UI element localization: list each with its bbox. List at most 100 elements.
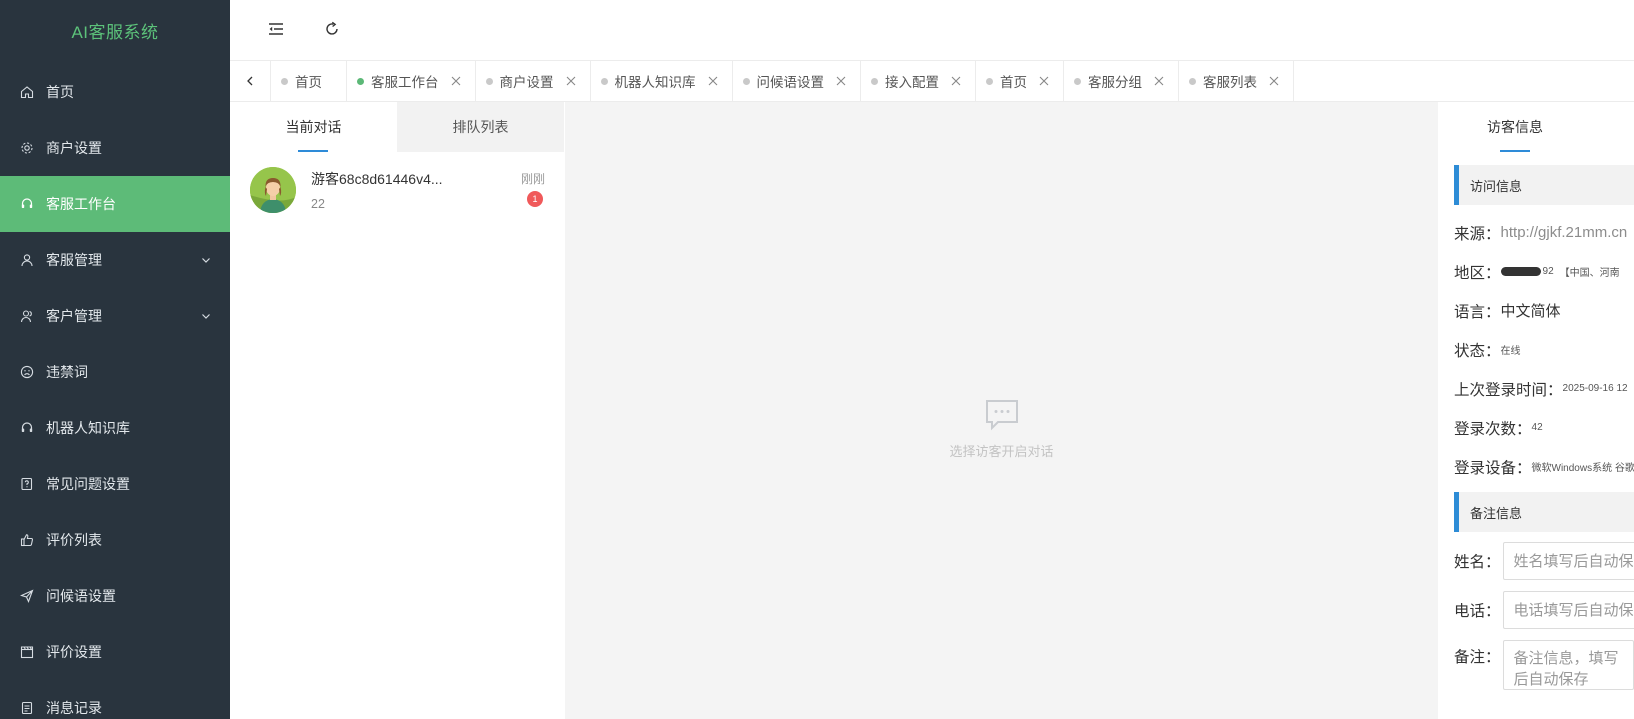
tab-greeting-settings[interactable]: 问候语设置 bbox=[733, 61, 861, 101]
sidebar-item-label: 问候语设置 bbox=[46, 588, 116, 604]
avatar bbox=[250, 167, 296, 213]
phone-label: 电话： bbox=[1454, 603, 1501, 620]
sidebar: AI客服系统 首页 商户设置 客服工作台 客服管理 客户管理 违禁词 机器人知识… bbox=[0, 0, 230, 719]
unread-badge: 1 bbox=[527, 191, 543, 207]
region-value: 【中国、河南 bbox=[1559, 268, 1620, 279]
tab-label: 客服列表 bbox=[1203, 75, 1257, 90]
thumbs-up-icon bbox=[20, 533, 34, 547]
sidebar-item-label: 客服工作台 bbox=[46, 196, 116, 212]
tab-dot bbox=[1074, 78, 1081, 85]
refresh-icon[interactable] bbox=[323, 20, 341, 38]
visitor-info-panel: 访客信息 访问信息 来源： http://gjkf.21mm.cn 地区： 92… bbox=[1438, 102, 1634, 719]
conversation-item[interactable]: 游客68c8d61446v4... 22 刚刚 1 bbox=[230, 152, 565, 228]
close-icon[interactable] bbox=[708, 76, 718, 86]
sidebar-item-faq-settings[interactable]: 常见问题设置 bbox=[0, 456, 230, 512]
sidebar-item-review-settings[interactable]: 评价设置 bbox=[0, 624, 230, 680]
tab-label: 首页 bbox=[1000, 75, 1027, 90]
name-field-row: 姓名： bbox=[1454, 542, 1634, 580]
top-bar bbox=[230, 0, 1634, 61]
source-label: 来源： bbox=[1454, 225, 1501, 243]
headset-icon bbox=[20, 421, 34, 435]
tab-dot bbox=[485, 78, 493, 85]
tab-dot bbox=[281, 78, 288, 85]
conversation-time: 刚刚 bbox=[520, 172, 545, 186]
tab-access-config[interactable]: 接入配置 bbox=[861, 61, 976, 101]
tab-queue-list[interactable]: 排队列表 bbox=[397, 102, 564, 152]
menu-fold-icon[interactable] bbox=[267, 20, 285, 38]
name-input[interactable] bbox=[1502, 542, 1634, 580]
sidebar-item-forbidden-words[interactable]: 违禁词 bbox=[0, 344, 230, 400]
sidebar-item-agent-management[interactable]: 客服管理 bbox=[0, 232, 230, 288]
sidebar-item-robot-knowledge[interactable]: 机器人知识库 bbox=[0, 400, 230, 456]
redacted-ip bbox=[1500, 267, 1541, 276]
sidebar-item-label: 评价设置 bbox=[46, 644, 102, 660]
tab-current-conversations[interactable]: 当前对话 bbox=[230, 102, 397, 152]
tab-merchant-settings[interactable]: 商户设置 bbox=[476, 61, 591, 101]
tab-home[interactable]: 首页 bbox=[271, 61, 347, 101]
sidebar-item-label: 消息记录 bbox=[46, 700, 102, 716]
phone-field-row: 电话： bbox=[1454, 591, 1634, 629]
conversation-tabs: 当前对话 排队列表 bbox=[230, 102, 565, 152]
sidebar-item-message-records[interactable]: 消息记录 bbox=[0, 680, 230, 719]
sidebar-item-label: 机器人知识库 bbox=[46, 420, 130, 436]
chat-area: 选择访客开启对话 bbox=[565, 102, 1438, 719]
tab-dot bbox=[600, 78, 608, 85]
phone-input[interactable] bbox=[1502, 591, 1634, 629]
sidebar-item-label: 违禁词 bbox=[46, 364, 88, 380]
tab-dot bbox=[1189, 78, 1196, 85]
tab-label: 客服工作台 bbox=[371, 75, 439, 90]
chevron-down-icon bbox=[202, 314, 210, 319]
tab-label: 客服分组 bbox=[1088, 75, 1142, 90]
empty-state-text: 选择访客开启对话 bbox=[949, 444, 1054, 459]
send-icon bbox=[20, 589, 34, 603]
source-link[interactable]: http://gjkf.21mm.cn bbox=[1501, 224, 1628, 241]
login-count-row: 登录次数： 42 bbox=[1454, 408, 1634, 447]
remark-field-row: 备注： bbox=[1454, 640, 1634, 690]
sidebar-item-home[interactable]: 首页 bbox=[0, 64, 230, 120]
close-icon[interactable] bbox=[951, 76, 961, 86]
close-icon[interactable] bbox=[836, 76, 846, 86]
tab-label: 接入配置 bbox=[885, 75, 939, 90]
tab-dot bbox=[357, 78, 364, 85]
tab-visitor-info[interactable]: 访客信息 bbox=[1438, 102, 1592, 152]
tab-agent-groups[interactable]: 客服分组 bbox=[1064, 61, 1179, 101]
sidebar-item-label: 客服管理 bbox=[46, 252, 102, 268]
note-info-section-title: 备注信息 bbox=[1454, 492, 1634, 532]
tab-home-2[interactable]: 首页 bbox=[976, 61, 1064, 101]
close-icon[interactable] bbox=[1269, 76, 1279, 86]
empty-state: 选择访客开启对话 bbox=[949, 398, 1054, 460]
close-icon[interactable] bbox=[1154, 76, 1164, 86]
sidebar-item-workbench[interactable]: 客服工作台 bbox=[0, 176, 230, 232]
conversation-text: 游客68c8d61446v4... 22 bbox=[311, 169, 443, 211]
close-icon[interactable] bbox=[451, 76, 461, 86]
sidebar-item-review-list[interactable]: 评价列表 bbox=[0, 512, 230, 568]
tab-robot-knowledge[interactable]: 机器人知识库 bbox=[591, 61, 733, 101]
sidebar-item-label: 评价列表 bbox=[46, 532, 102, 548]
tab-dot bbox=[742, 78, 750, 85]
clapper-icon bbox=[20, 645, 34, 659]
headset-icon bbox=[20, 197, 34, 211]
tab-workbench[interactable]: 客服工作台 bbox=[347, 61, 476, 101]
tab-label: 问候语设置 bbox=[756, 75, 825, 90]
sidebar-item-merchant-settings[interactable]: 商户设置 bbox=[0, 120, 230, 176]
sidebar-item-customer-management[interactable]: 客户管理 bbox=[0, 288, 230, 344]
chevron-left-icon bbox=[247, 76, 253, 86]
login-count-label: 登录次数： bbox=[1454, 420, 1532, 438]
chat-bubble-icon bbox=[985, 400, 1018, 431]
sidebar-item-greeting-settings[interactable]: 问候语设置 bbox=[0, 568, 230, 624]
page-tabs: 首页 客服工作台 商户设置 机器人知识库 问候语设置 接入配置 首页 客服分组 bbox=[230, 61, 1634, 102]
tabs-scroll-left-button[interactable] bbox=[230, 61, 271, 101]
visitor-subtext: 22 bbox=[311, 197, 325, 211]
last-login-value: 2025-09-16 12 bbox=[1562, 383, 1628, 394]
device-row: 登录设备： 微软Windows系统 谷歌 bbox=[1454, 447, 1634, 486]
close-icon[interactable] bbox=[1039, 76, 1049, 86]
gear-icon bbox=[20, 141, 34, 155]
remark-textarea[interactable] bbox=[1502, 640, 1634, 690]
close-icon[interactable] bbox=[566, 76, 576, 86]
device-value: 微软Windows系统 谷歌 bbox=[1531, 463, 1634, 474]
remark-label: 备注： bbox=[1454, 649, 1501, 666]
tab-dot bbox=[871, 78, 878, 85]
users-icon bbox=[20, 309, 34, 323]
app-logo-title: AI客服系统 bbox=[71, 23, 159, 42]
tab-agent-list[interactable]: 客服列表 bbox=[1179, 61, 1294, 101]
